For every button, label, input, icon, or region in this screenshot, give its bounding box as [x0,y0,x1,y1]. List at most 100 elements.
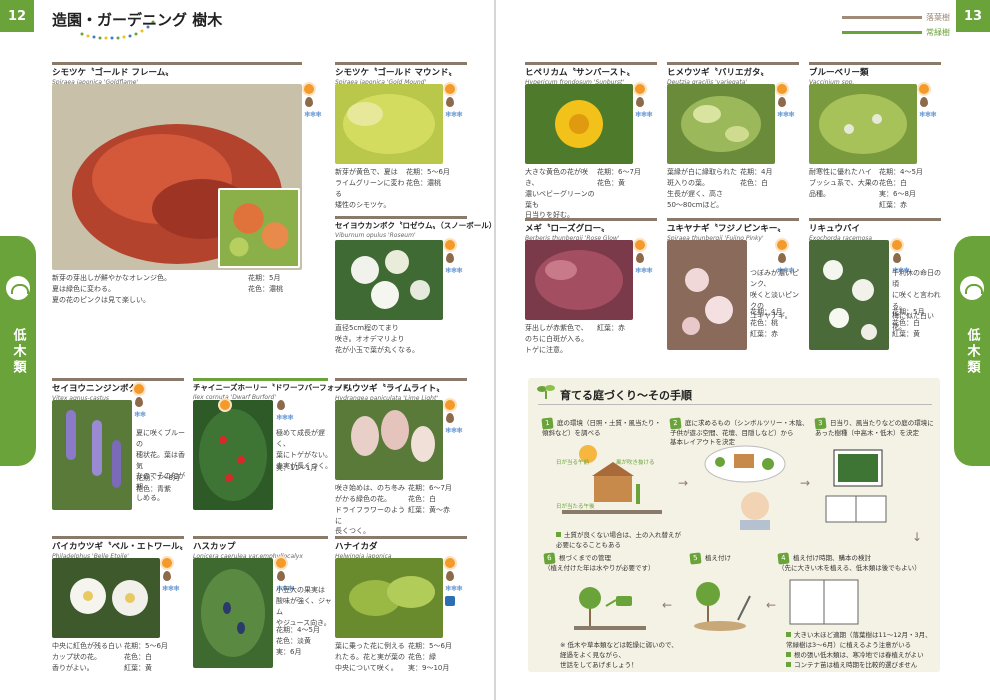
care-icons: ❄❄❄ [445,558,465,606]
water-drop-icon [446,97,454,107]
plant-photo-deutzia [667,84,775,164]
plant-specs: 花期：5〜6月 花色：濃桃 [406,168,450,187]
note-text: コンテナ苗は植え時期を比較的選びません [794,661,918,670]
step-text: 根づくまでの管理 （植え付けた年は水やりが必要です） [544,554,655,572]
wind-label: 風が吹き抜ける [616,460,655,466]
shrub-icon [960,276,984,300]
sun-icon [220,400,230,410]
sun-icon [635,84,645,94]
plant-description: 芽出しが赤紫色で、 のちに白斑が入る。 トゲに注意。 [525,324,588,354]
deciduous-rule [52,378,184,381]
plant-photo-viburnum [335,240,443,320]
care-icons: ❄❄ [134,384,154,419]
steps-title: 育てる庭づくり〜その手順 [560,389,692,402]
watering-illustration [574,587,646,630]
planting-note: 根の張い低木類は、寒冷地では春植えがよい [786,650,936,660]
soil-note: 土質が良くない場合は、土の入れ替えが 必要になることもある [556,520,686,550]
plant-description: 葉に乗った花に例える れたる。花と実が葉の 中央について咲く。 [335,642,405,672]
water-drop-icon [636,97,644,107]
note-text: 大きい木ほど適期（落葉樹は11〜12月・3月、 常緑樹は3〜6月）に植えるよう注… [786,631,932,650]
sun-icon [777,240,787,250]
deciduous-rule [52,536,184,539]
deciduous-rule [809,62,941,65]
deciduous-rule [193,536,328,539]
hardiness-snow-icon: ❄❄❄ [276,413,294,422]
plant-specs: 花期：7〜8月 花色：青紫 [136,474,180,493]
plant-photo-goldflame-inset [218,188,300,268]
care-note: ※ 低木や草本類などは乾燥に弱いので、 経過をよく見ながら、 世話をしてあげまし… [560,641,678,670]
steps-divider [538,404,932,405]
care-icons: ❄❄❄ [635,84,655,119]
care-icons: ❄❄❄ [276,400,296,422]
plant-specs: 花期：4〜5月 花色：白 実：6〜8月 紅葉：赤 [879,168,923,209]
water-drop-icon [446,413,454,423]
sun-icon [635,240,645,250]
plant-name: メギ〝ローズグロー〟 [525,224,610,234]
step-number: 5 [689,552,702,565]
plant-specs: 花期：5〜6月 花色：緑 実：9〜10月 [408,642,452,672]
page-title: 造園・ガーデニング 樹木 [52,11,223,29]
side-tab-label: 低木類 [10,328,26,376]
hardiness-snow-icon: ❄❄ [134,410,146,419]
sun-icon [134,384,144,394]
sun-afternoon-label: 日が当たる午後 [556,504,595,510]
water-drop-icon [446,571,454,581]
step-number: 2 [669,417,682,430]
plant-specs: 花期：5月 花色：白 紅葉：黄 [892,308,925,338]
water-drop-icon [135,397,143,407]
sun-icon [892,240,902,250]
water-drop-icon [305,97,313,107]
water-drop-icon [636,253,644,263]
plant-specs: 花期：6〜7月 花色：白 紅葉：黄〜赤 [408,484,452,514]
legend-item-deciduous: 落葉樹 [842,12,950,23]
sprout-icon [537,385,555,399]
water-drop-icon [277,571,285,581]
step-5: 5 植え付け [689,552,760,565]
step-number: 6 [543,552,556,565]
arrow-left-icon: ← [662,598,673,612]
arrow-right-icon: → [800,476,811,490]
step-6: 6 根づくまでの管理 （植え付けた年は水やりが必要です） [543,552,669,573]
step-text: 日当り、風当たりなどの庭の環境に あった樹種（中高木・低木）を決定 [815,419,934,437]
care-icons: ❄❄❄ [635,240,655,275]
care-icons: ❄❄❄ [304,84,324,119]
shrub-icon [6,276,30,300]
step-4: 4 植え付け時期、購本の検討 （先に大きい木を植える、低木類は後でもよい） [777,552,938,573]
plant-description: 新芽が黄色で、夏は ライムグリーンに変わる 矮性のシモツケ。 [335,168,405,209]
deciduous-rule [667,62,799,65]
planting-illustration [694,582,751,631]
step-3: 3 日当り、風当たりなどの庭の環境に あった樹種（中高木・低木）を決定 [814,417,940,438]
deciduous-rule [52,62,302,65]
step-text: 庭の環境（日照・土質・風当たり・ 傾斜など）を調べる [542,419,661,437]
water-drop-icon [778,253,786,263]
note-bullet [556,532,561,538]
plant-photo-yukiyanagi [667,240,747,350]
plant-specs: 花期：4月 花色：桃 紅葉：赤 [750,308,783,338]
planting-notes: 大きい木ほど適期（落葉樹は11〜12月・3月、 常緑樹は3〜6月）に植えるよう注… [786,630,936,670]
deciduous-rule [335,216,467,219]
garden-layout-illustration [704,445,786,530]
deciduous-rule [525,62,657,65]
hardiness-snow-icon: ❄❄❄ [635,110,653,119]
plant-photo-hydrangea [335,400,443,480]
water-drop-icon [277,400,285,410]
note-bullet [786,662,791,668]
tree-type-legend: 落葉樹 常緑樹 [842,12,950,42]
care-icons: ❄❄❄ [162,558,182,593]
plant-photo-hypericum [525,84,633,164]
legend-swatch-deciduous [842,16,922,19]
plant-description: 小豆大の果実は 酸味が強く、ジャム やジュース向き。 [276,586,332,627]
plant-description: 葉縁が白に縁取られた斑入りの葉。 生長が遅く、高さ 50〜80cmほど。 [667,168,737,209]
step-text: 植え付け [705,554,731,562]
sun-icon [445,84,455,94]
sun-icon [777,84,787,94]
care-icons: ❄❄❄ [445,84,465,119]
hardiness-snow-icon: ❄❄❄ [635,266,653,275]
plant-name: シモツケ〝ゴールド フレーム〟 [52,68,174,78]
hardiness-snow-icon: ❄❄❄ [445,426,463,435]
hardiness-snow-icon: ❄❄❄ [162,584,180,593]
sun-icon [304,84,314,94]
plant-name: ハナイカダ [335,542,378,552]
hardiness-snow-icon: ❄❄❄ [445,110,463,119]
care-icons [220,400,260,410]
